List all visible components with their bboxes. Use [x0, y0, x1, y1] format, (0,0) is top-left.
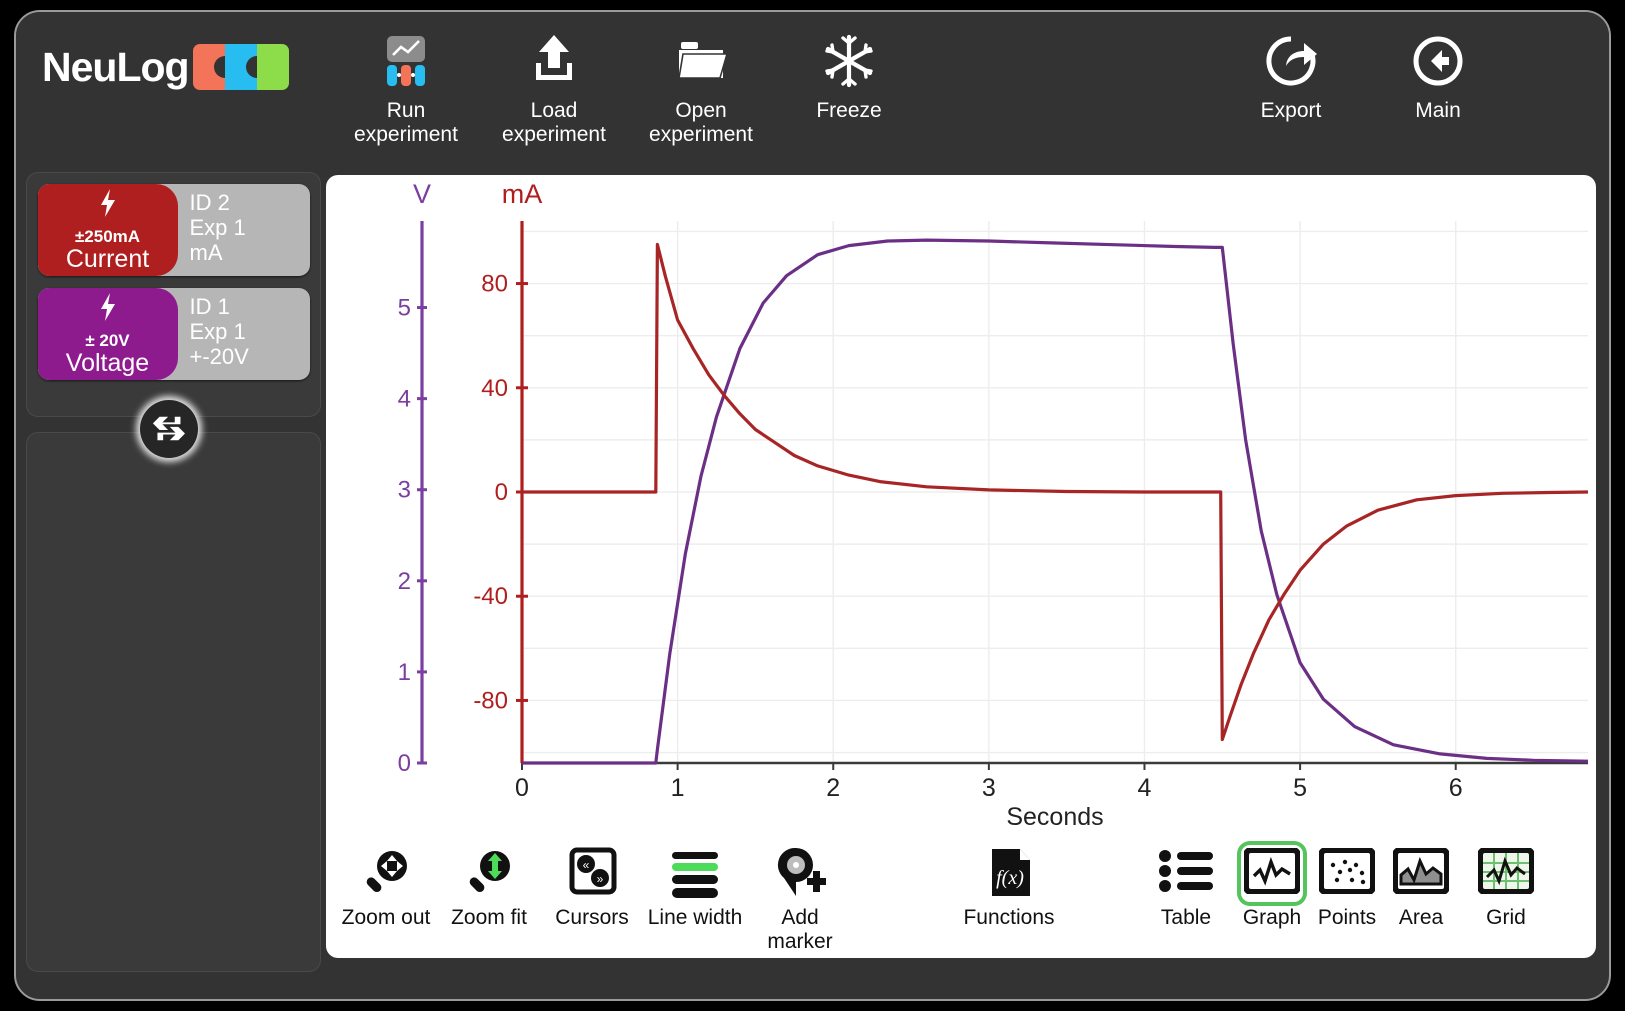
svg-text:5: 5 — [398, 295, 411, 322]
logo-blocks-icon — [192, 44, 289, 90]
svg-text:6: 6 — [1449, 774, 1463, 802]
svg-text:80: 80 — [481, 271, 508, 298]
zoom-fit-label: Zoom fit — [451, 906, 527, 929]
line-width-label: Line width — [647, 906, 743, 929]
neulog-logo: NeuLog — [42, 44, 289, 90]
export-icon — [1216, 30, 1366, 92]
neulog-app-window: NeuLog Run experiment Load experiment Op… — [14, 10, 1611, 1001]
view-button-grid[interactable]: Grid — [1446, 842, 1566, 930]
export-label: Export — [1260, 99, 1322, 122]
measurement-graph[interactable]: VmA -80 -40 0 40 80 0 1 2 3 4 5 0 1 2 3 4 5 6 Seconds — [326, 175, 1596, 865]
functions-label: Functions — [963, 906, 1055, 929]
sensor-card-voltage[interactable]: ± 20V Voltage ID 1 Exp 1 +-20V — [37, 288, 310, 380]
main-label: Main — [1415, 99, 1461, 122]
svg-text:«: « — [583, 858, 590, 872]
svg-text:3: 3 — [398, 477, 411, 504]
sensor-voltage-exp: Exp 1 — [189, 319, 246, 344]
sidebar: ±250mA Current ID 2 Exp 1 mA ± 20V Volta… — [26, 172, 321, 392]
run-experiment-button[interactable]: Run experiment — [331, 30, 481, 147]
zoom-fit-icon — [429, 842, 549, 904]
top-toolbar: NeuLog Run experiment Load experiment Op… — [16, 12, 1609, 170]
svg-text:1: 1 — [398, 659, 411, 686]
svg-text:f(x): f(x) — [996, 867, 1024, 889]
zoom-out-icon — [326, 842, 446, 904]
sensor-current-unit: mA — [189, 240, 223, 265]
add-marker-button[interactable]: Add marker — [740, 842, 860, 954]
sensor-voltage-name: Voltage — [65, 349, 150, 377]
sensor-voltage-info: ID 1 Exp 1 +-20V — [178, 288, 310, 380]
load-experiment-button[interactable]: Load experiment — [479, 30, 629, 147]
sensor-current-info: ID 2 Exp 1 mA — [178, 184, 310, 276]
empty-panel — [26, 432, 321, 972]
sensor-current-exp: Exp 1 — [189, 215, 246, 240]
zoom-out-button[interactable]: Zoom out — [326, 842, 446, 930]
svg-text:0: 0 — [495, 479, 508, 506]
export-button[interactable]: Export — [1216, 30, 1366, 123]
svg-text:3: 3 — [982, 774, 996, 802]
area-icon — [1390, 845, 1452, 902]
svg-text:mA: mA — [502, 179, 543, 209]
sensor-voltage-unit: +-20V — [189, 344, 249, 369]
logo-wordmark: NeuLog — [42, 43, 190, 90]
add-marker-icon — [740, 842, 860, 904]
sensor-current-name: Current — [65, 245, 150, 273]
svg-text:V: V — [413, 179, 431, 209]
svg-text:0: 0 — [515, 774, 529, 802]
svg-text:»: » — [597, 872, 604, 886]
freeze-button[interactable]: Freeze — [774, 30, 924, 123]
sensor-voltage-id: ID 1 — [189, 294, 230, 319]
svg-text:4: 4 — [1138, 774, 1152, 802]
lightning-bolt-icon — [97, 188, 119, 223]
add-marker-label: Add marker — [767, 906, 833, 953]
functions-icon: f(x) — [949, 842, 1069, 904]
table-icon — [1154, 843, 1218, 904]
cursors-label: Cursors — [555, 906, 629, 929]
sensor-current-id: ID 2 — [189, 190, 230, 215]
main-button[interactable]: Main — [1363, 30, 1513, 123]
svg-text:0: 0 — [398, 750, 411, 777]
sensor-current-badge: ±250mA Current — [37, 184, 178, 276]
svg-text:Seconds: Seconds — [1006, 803, 1103, 831]
lightning-bolt-icon — [97, 292, 119, 327]
freeze-label: Freeze — [816, 99, 882, 122]
svg-text:2: 2 — [826, 774, 840, 802]
sensor-voltage-badge: ± 20V Voltage — [37, 288, 178, 380]
svg-text:2: 2 — [398, 568, 411, 595]
line-width-icon — [635, 842, 755, 904]
zoom-out-label: Zoom out — [341, 906, 431, 929]
back-arrow-icon — [1363, 30, 1513, 92]
svg-text:4: 4 — [398, 386, 411, 413]
open-experiment-button[interactable]: Open experiment — [626, 30, 776, 147]
load-experiment-icon — [479, 30, 629, 92]
zoom-fit-button[interactable]: Zoom fit — [429, 842, 549, 930]
chart-card: VmA -80 -40 0 40 80 0 1 2 3 4 5 0 1 2 3 4 5 6 Seconds — [326, 175, 1596, 958]
functions-button[interactable]: f(x) Functions — [949, 842, 1069, 930]
snowflake-icon — [774, 30, 924, 92]
open-experiment-icon — [626, 30, 776, 92]
sensor-card-current[interactable]: ±250mA Current ID 2 Exp 1 mA — [37, 184, 310, 276]
grid-icon — [1475, 845, 1537, 902]
svg-text:-80: -80 — [473, 687, 508, 714]
sensor-current-range: ±250mA — [74, 227, 141, 246]
cursors-icon: « » — [532, 842, 652, 904]
svg-text:-40: -40 — [473, 583, 508, 610]
swap-arrows-icon[interactable] — [140, 400, 198, 458]
sensor-voltage-range: ± 20V — [85, 331, 130, 350]
run-experiment-label: Run experiment — [354, 99, 458, 146]
svg-text:1: 1 — [671, 774, 685, 802]
line-width-button[interactable]: Line width — [635, 842, 755, 930]
cursors-button[interactable]: « » Cursors — [532, 842, 652, 930]
svg-text:40: 40 — [481, 375, 508, 402]
open-experiment-label: Open experiment — [649, 99, 753, 146]
svg-text:5: 5 — [1293, 774, 1307, 802]
view-label-grid: Grid — [1486, 906, 1526, 929]
run-experiment-icon — [331, 30, 481, 92]
load-experiment-label: Load experiment — [502, 99, 606, 146]
